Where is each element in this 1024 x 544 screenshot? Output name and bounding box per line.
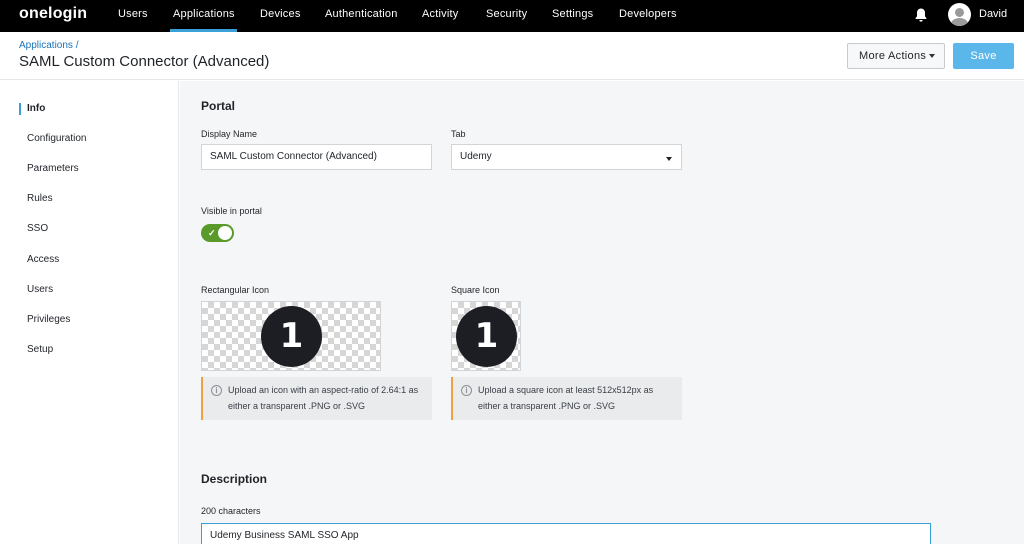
display-name-input[interactable]: SAML Custom Connector (Advanced) (201, 144, 432, 170)
nav-settings[interactable]: Settings (552, 8, 593, 20)
tab-select-value: Udemy (460, 151, 492, 162)
info-icon: i (211, 385, 222, 396)
checkmark-icon: ✓ (208, 228, 216, 238)
onelogin-logo[interactable]: onelogin (19, 5, 87, 23)
nav-activity[interactable]: Activity (422, 8, 458, 20)
breadcrumb-separator: / (75, 40, 79, 51)
visible-in-portal-toggle[interactable]: ✓ (201, 224, 234, 242)
sidebar-item-info[interactable]: Info (27, 103, 45, 114)
nav-developers[interactable]: Developers (619, 8, 677, 20)
sidebar-item-parameters[interactable]: Parameters (27, 163, 79, 174)
tab-select[interactable]: Udemy (451, 144, 682, 170)
square-icon-upload[interactable]: 1 (451, 301, 521, 371)
sidebar-item-users[interactable]: Users (27, 284, 53, 295)
description-input[interactable]: Udemy Business SAML SSO App (201, 523, 931, 544)
nav-users[interactable]: Users (118, 8, 148, 20)
sidebar-item-configuration[interactable]: Configuration (27, 133, 86, 144)
app-sidebar: Info Configuration Parameters Rules SSO … (0, 81, 179, 544)
caret-down-icon (929, 54, 935, 58)
rectangular-icon-hint: i Upload an icon with an aspect-ratio of… (201, 377, 432, 420)
user-avatar[interactable] (948, 3, 971, 26)
square-icon-hint-text: Upload a square icon at least 512x512px … (478, 385, 654, 411)
description-section-title: Description (201, 472, 268, 486)
tab-label: Tab (451, 129, 466, 139)
portal-section-title: Portal (201, 99, 236, 113)
rectangular-icon-label: Rectangular Icon (201, 285, 270, 295)
rectangular-icon-hint-text: Upload an icon with an aspect-ratio of 2… (228, 385, 419, 411)
display-name-label: Display Name (201, 129, 258, 139)
avatar-head-shape (955, 8, 964, 17)
app-logo-icon: 1 (456, 306, 517, 367)
nav-authentication[interactable]: Authentication (325, 8, 398, 20)
square-icon-label: Square Icon (451, 285, 500, 295)
user-name[interactable]: David (979, 8, 1007, 20)
sidebar-item-sso[interactable]: SSO (27, 223, 48, 234)
chevron-down-icon (666, 157, 672, 161)
sidebar-item-setup[interactable]: Setup (27, 344, 53, 355)
breadcrumb: Applications / (19, 40, 78, 51)
info-icon: i (461, 385, 472, 396)
nav-devices[interactable]: Devices (260, 8, 301, 20)
more-actions-label: More Actions (859, 50, 927, 62)
square-icon-hint: i Upload a square icon at least 512x512p… (451, 377, 682, 420)
page-header: Applications / SAML Custom Connector (Ad… (0, 32, 1024, 80)
description-char-count: 200 characters (201, 506, 261, 516)
nav-security[interactable]: Security (486, 8, 527, 20)
bell-icon[interactable] (914, 7, 928, 23)
toggle-knob (218, 226, 232, 240)
sidebar-item-rules[interactable]: Rules (27, 193, 53, 204)
avatar-body-shape (951, 18, 968, 26)
app-logo-icon: 1 (261, 306, 322, 367)
sidebar-item-access[interactable]: Access (27, 254, 59, 265)
sidebar-active-indicator (19, 103, 21, 115)
breadcrumb-applications-link[interactable]: Applications (19, 40, 73, 51)
main-content: Portal Display Name SAML Custom Connecto… (180, 81, 1024, 544)
rectangular-icon-upload[interactable]: 1 (201, 301, 381, 371)
page-title: SAML Custom Connector (Advanced) (19, 53, 270, 70)
top-nav: onelogin Users Applications Devices Auth… (0, 0, 1024, 32)
visible-in-portal-label: Visible in portal (201, 206, 262, 216)
sidebar-item-privileges[interactable]: Privileges (27, 314, 70, 325)
nav-applications[interactable]: Applications (173, 8, 235, 20)
more-actions-button[interactable]: More Actions (847, 43, 945, 69)
save-button[interactable]: Save (953, 43, 1014, 69)
